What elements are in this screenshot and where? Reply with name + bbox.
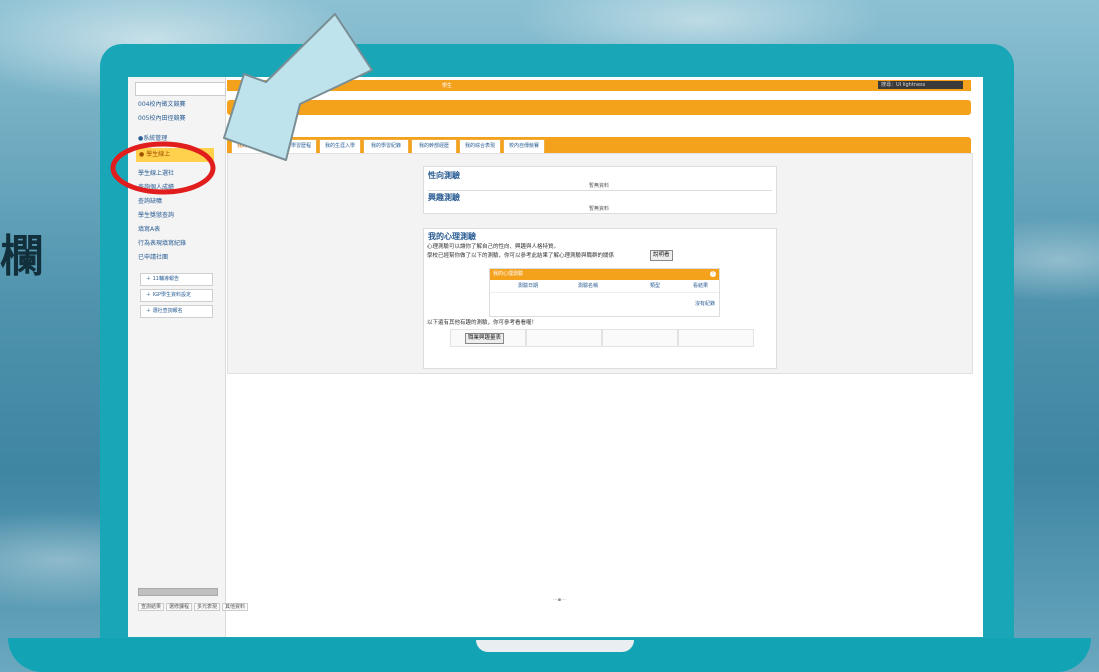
partial-side-heading: 欄	[0, 231, 46, 282]
explain-button[interactable]: 說明看	[650, 250, 673, 261]
sidebar-search-box[interactable]	[135, 82, 226, 96]
nav-item[interactable]: 已申請社團	[138, 252, 168, 261]
nav-button[interactable]: ＋ 選社查詢報名	[140, 305, 213, 318]
column-header: 看結果	[693, 283, 709, 289]
empty-record-text: 沒有紀錄	[694, 301, 715, 307]
tab[interactable]: 我的幹部經歷	[411, 139, 457, 154]
info-icon[interactable]: !	[710, 271, 716, 277]
sidebar-scrollbar[interactable]	[138, 588, 218, 596]
other-tests-text: 以下還有其他有趣的測驗，你可參考看看喔！	[427, 320, 538, 326]
tab[interactable]: 我的學習歷程	[275, 139, 317, 154]
nav-item[interactable]: 005校內田徑競賽	[138, 113, 185, 122]
tab[interactable]: 我的綜合表現	[459, 139, 501, 154]
table-columns: 測驗日期 測驗名稱 類型 看結果	[490, 282, 719, 293]
main-content: 性向測驗 暫無資料 興趣測驗 暫無資料 我的心理測驗 心理測驗可以讓你了解自己的…	[227, 153, 973, 374]
left-sidebar: 004校內徵文競賽 005校內田徑競賽 ●系統管理 ● 學生線上 學生線上選社 …	[128, 77, 226, 637]
tab[interactable]: 校內自傳競賽	[503, 139, 545, 154]
aptitude-title: 性向測驗	[428, 171, 460, 180]
laptop-notch	[476, 640, 634, 652]
column-header: 類型	[650, 283, 661, 289]
table-title: 我的心理測驗	[493, 271, 524, 277]
test-link-row: 職業興趣量表	[450, 329, 775, 347]
divider	[428, 190, 772, 191]
interest-title: 興趣測驗	[428, 193, 460, 202]
nav-item[interactable]: 004校內徵文競賽	[138, 99, 185, 108]
nav-button[interactable]: ＋ IGP學生資料設定	[140, 289, 213, 302]
test-link-cell: 職業興趣量表	[450, 329, 526, 347]
empty-cell	[526, 329, 602, 347]
psych-table: 我的心理測驗! 測驗日期 測驗名稱 類型 看結果 沒有紀錄	[489, 268, 720, 317]
theme-search-box[interactable]: 搜尋：UI lightness	[878, 81, 963, 89]
column-header: 測驗日期	[518, 283, 539, 289]
nav-item[interactable]: 查詢缺曠	[138, 196, 162, 205]
tab-psych-test[interactable]: 我的心理測驗	[231, 139, 273, 154]
bottom-tab[interactable]: 其他資料	[222, 603, 249, 611]
aptitude-note: 暫無資料	[589, 183, 610, 189]
column-header: 測驗名稱	[578, 283, 599, 289]
empty-cell	[678, 329, 754, 347]
bottom-tab[interactable]: 多元表現	[194, 603, 221, 611]
tab[interactable]: 我的學習紀錄	[363, 139, 409, 154]
career-interest-button[interactable]: 職業興趣量表	[465, 333, 505, 344]
psych-desc-1: 心理測驗可以讓你了解自己的性向、興趣與人格特質。	[427, 244, 560, 250]
nav-item-student-online[interactable]: ● 學生線上	[136, 148, 214, 162]
empty-cell	[602, 329, 678, 347]
nav-button[interactable]: ＋ 11輔導報告	[140, 273, 213, 286]
sub-header-bar	[227, 100, 971, 115]
top-bar: 學生 搜尋：UI lightness	[227, 80, 971, 91]
psych-desc-2: 學校已經幫你做了以下的測驗，你可以參考此結果了解心理測驗與職群的關係	[427, 253, 615, 259]
bottom-tab-strip: 查詢結果 選修課程 多元表現 其他資料	[138, 603, 288, 611]
top-bar-link[interactable]: 學生	[442, 82, 452, 89]
psych-title: 我的心理測驗	[428, 232, 476, 241]
aptitude-panel: 性向測驗 暫無資料 興趣測驗 暫無資料	[423, 166, 777, 214]
browser-screen: 004校內徵文競賽 005校內田徑競賽 ●系統管理 ● 學生線上 學生線上選社 …	[128, 77, 983, 637]
resize-handle[interactable]: ···▪···	[553, 597, 566, 603]
psych-test-panel: 我的心理測驗 心理測驗可以讓你了解自己的性向、興趣與人格特質。 學校已經幫你做了…	[423, 228, 777, 369]
tab[interactable]: 我的生涯入學	[319, 139, 361, 154]
nav-item[interactable]: 學生線上選社	[138, 168, 174, 177]
table-header: 我的心理測驗!	[490, 269, 719, 280]
tab-strip: 我的心理測驗 我的學習歷程 我的生涯入學 我的學習紀錄 我的幹部經歷 我的綜合表…	[227, 137, 971, 154]
interest-note: 暫無資料	[589, 206, 610, 212]
nav-item[interactable]: ●系統管理	[138, 133, 167, 142]
bottom-tab[interactable]: 選修課程	[166, 603, 193, 611]
nav-item[interactable]: 行為表現填寫紀錄	[138, 238, 186, 247]
nav-item[interactable]: 學生獎懲查詢	[138, 210, 174, 219]
nav-item[interactable]: 填寫A表	[138, 224, 160, 233]
nav-item[interactable]: 查詢個人成績	[138, 182, 174, 191]
bottom-tab[interactable]: 查詢結果	[138, 603, 165, 611]
